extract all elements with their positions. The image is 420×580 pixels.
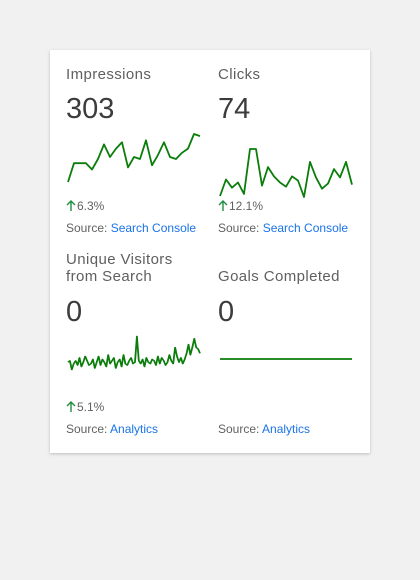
change-indicator: 12.1% xyxy=(218,199,263,213)
change-value: 6.3% xyxy=(77,199,105,213)
sparkline-path xyxy=(219,148,353,198)
source-label: Source: xyxy=(218,221,260,235)
tile-impressions: Impressions 303 6.3% Source: Search Cons… xyxy=(66,66,206,236)
sparkline-unique-visitors xyxy=(67,335,201,371)
source-label: Source: xyxy=(218,422,260,436)
source-line: Source: Analytics xyxy=(218,422,310,436)
source-link-search-console[interactable]: Search Console xyxy=(263,221,348,235)
tile-value: 303 xyxy=(66,93,115,125)
source-link-analytics[interactable]: Analytics xyxy=(262,422,310,436)
change-indicator: 5.1% xyxy=(66,400,104,414)
tile-title: Goals Completed xyxy=(218,268,340,285)
change-indicator: 6.3% xyxy=(66,199,104,213)
change-value: 5.1% xyxy=(77,400,105,414)
arrow-up-icon xyxy=(66,401,76,412)
tile-value: 0 xyxy=(66,296,83,328)
source-label: Source: xyxy=(66,221,108,235)
sparkline-goals-completed xyxy=(220,358,352,360)
sparkline-path xyxy=(67,335,201,371)
tile-unique-visitors: Unique Visitors from Search 0 5.1% Sourc… xyxy=(66,251,206,441)
tile-value: 74 xyxy=(218,93,251,125)
source-line: Source: Search Console xyxy=(66,221,196,235)
change-value: 12.1% xyxy=(229,199,264,213)
search-funnel-widget: Impressions 303 6.3% Source: Search Cons… xyxy=(50,50,370,453)
tile-clicks: Clicks 74 12.1% Source: Search Console xyxy=(218,66,358,236)
tile-goals-completed: Goals Completed 0 Source: Analytics xyxy=(218,251,358,441)
source-link-analytics[interactable]: Analytics xyxy=(110,422,158,436)
sparkline-path xyxy=(67,133,201,183)
arrow-up-icon xyxy=(218,200,228,211)
sparkline-impressions xyxy=(67,133,201,183)
tile-title: Impressions xyxy=(66,66,152,83)
source-label: Source: xyxy=(66,422,108,436)
tile-title: Unique Visitors from Search xyxy=(66,251,173,285)
source-line: Source: Search Console xyxy=(218,221,348,235)
source-line: Source: Analytics xyxy=(66,422,158,436)
sparkline-clicks xyxy=(219,148,353,198)
tile-value: 0 xyxy=(218,296,235,328)
tile-title: Clicks xyxy=(218,66,261,83)
arrow-up-icon xyxy=(66,200,76,211)
source-link-search-console[interactable]: Search Console xyxy=(111,221,196,235)
